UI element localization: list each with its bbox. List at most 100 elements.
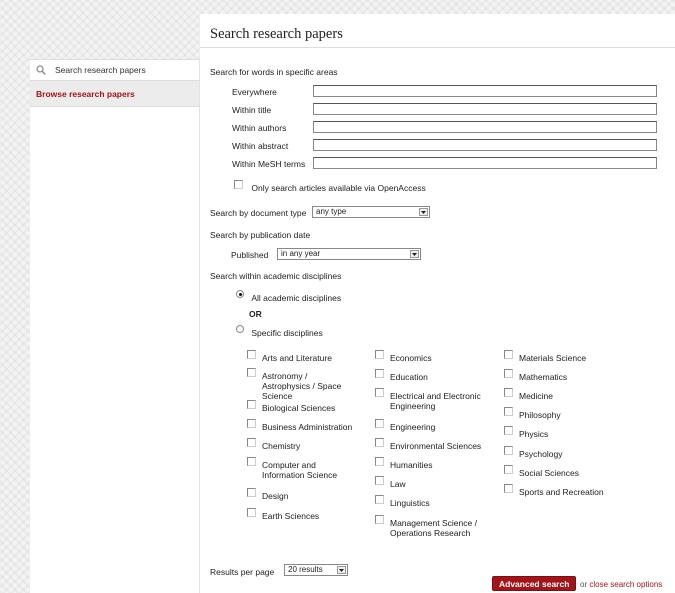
published-select[interactable]: in any year xyxy=(277,248,421,260)
discipline-checkbox[interactable] xyxy=(375,369,384,378)
discipline-checkbox[interactable] xyxy=(247,488,256,497)
discipline-label: Education xyxy=(390,372,428,382)
discipline-checkbox[interactable] xyxy=(247,350,256,359)
discipline-label: Physics xyxy=(519,429,549,439)
discipline-checkbox[interactable] xyxy=(504,369,513,378)
disciplines-heading: Search within academic disciplines xyxy=(210,271,342,281)
discipline-checkbox[interactable] xyxy=(504,446,513,455)
main-panel: Search research papers Search for words … xyxy=(200,14,675,593)
discipline-checkbox[interactable] xyxy=(247,438,256,447)
discipline-checkbox[interactable] xyxy=(247,400,256,409)
chevron-down-icon xyxy=(337,566,346,574)
discipline-label: Social Sciences xyxy=(519,468,580,478)
discipline-item[interactable]: Materials Science xyxy=(504,350,634,363)
authors-field[interactable] xyxy=(313,121,657,133)
discipline-item[interactable]: Computer and Information Science xyxy=(247,457,359,480)
discipline-item[interactable]: Arts and Literature xyxy=(247,350,367,363)
discipline-item[interactable]: Chemistry xyxy=(247,438,367,451)
doctype-label: Search by document type xyxy=(210,208,307,218)
doctype-select[interactable]: any type xyxy=(312,206,430,218)
discipline-checkbox[interactable] xyxy=(375,388,384,397)
chevron-down-icon xyxy=(419,208,428,216)
sidebar-item-browse[interactable]: Browse research papers xyxy=(30,81,199,107)
discipline-item[interactable]: Electrical and Electronic Engineering xyxy=(375,388,485,411)
search-icon xyxy=(36,65,46,75)
discipline-label: Engineering xyxy=(390,422,436,432)
all-disciplines-radio[interactable] xyxy=(236,290,244,298)
sidebar-item-search[interactable]: Search research papers xyxy=(30,59,199,81)
discipline-item[interactable]: Sports and Recreation xyxy=(504,484,634,497)
openaccess-checkbox[interactable] xyxy=(234,180,243,189)
advanced-search-button[interactable]: Advanced search xyxy=(492,576,577,591)
discipline-item[interactable]: Philosophy xyxy=(504,407,634,420)
results-label: Results per page xyxy=(210,567,275,577)
discipline-item[interactable]: Linguistics xyxy=(375,495,495,508)
all-disciplines-label: All academic disciplines xyxy=(251,293,342,303)
discipline-label: Biological Sciences xyxy=(262,403,336,413)
discipline-label: Electrical and Electronic Engineering xyxy=(390,391,481,411)
page-title: Search research papers xyxy=(210,26,343,42)
discipline-item[interactable]: Business Administration xyxy=(247,419,372,432)
discipline-item[interactable]: Social Sciences xyxy=(504,465,634,478)
discipline-checkbox[interactable] xyxy=(504,388,513,397)
discipline-label: Arts and Literature xyxy=(262,353,332,363)
discipline-checkbox[interactable] xyxy=(375,457,384,466)
pubdate-heading: Search by publication date xyxy=(210,230,311,240)
title-field[interactable] xyxy=(313,103,657,115)
discipline-checkbox[interactable] xyxy=(504,465,513,474)
specific-disciplines-option[interactable]: Specific disciplines xyxy=(236,325,323,338)
field-label: Everywhere xyxy=(232,87,277,97)
discipline-checkbox[interactable] xyxy=(504,350,513,359)
chevron-down-icon xyxy=(410,250,419,258)
discipline-checkbox[interactable] xyxy=(375,476,384,485)
discipline-item[interactable]: Management Science / Operations Research xyxy=(375,515,487,538)
results-value: 20 results xyxy=(288,565,323,574)
discipline-checkbox[interactable] xyxy=(247,419,256,428)
everywhere-field[interactable] xyxy=(313,85,657,97)
discipline-checkbox[interactable] xyxy=(504,484,513,493)
all-disciplines-option[interactable]: All academic disciplines xyxy=(236,290,342,303)
discipline-item[interactable]: Earth Sciences xyxy=(247,508,367,521)
discipline-item[interactable]: Psychology xyxy=(504,446,634,459)
discipline-checkbox[interactable] xyxy=(247,368,256,377)
discipline-item[interactable]: Design xyxy=(247,488,367,501)
discipline-item[interactable]: Economics xyxy=(375,350,495,363)
discipline-label: Earth Sciences xyxy=(262,511,320,521)
mesh-terms-field[interactable] xyxy=(313,157,657,169)
close-search-options-link[interactable]: close search options xyxy=(589,580,662,589)
discipline-item[interactable]: Astronomy / Astrophysics / Space Science xyxy=(247,368,355,401)
discipline-label: Business Administration xyxy=(262,422,353,432)
discipline-label: Computer and Information Science xyxy=(262,460,338,480)
discipline-checkbox[interactable] xyxy=(375,515,384,524)
discipline-item[interactable]: Engineering xyxy=(375,419,495,432)
field-label: Within abstract xyxy=(232,141,289,151)
discipline-label: Design xyxy=(262,491,289,501)
discipline-item[interactable]: Humanities xyxy=(375,457,495,470)
discipline-checkbox[interactable] xyxy=(504,426,513,435)
sidebar-item-label: Browse research papers xyxy=(36,88,135,99)
discipline-label: Mathematics xyxy=(519,372,568,382)
results-select[interactable]: 20 results xyxy=(284,564,348,576)
discipline-item[interactable]: Medicine xyxy=(504,388,634,401)
discipline-item[interactable]: Education xyxy=(375,369,495,382)
areas-heading: Search for words in specific areas xyxy=(210,67,338,77)
published-label: Published xyxy=(231,250,269,260)
openaccess-row: Only search articles available via OpenA… xyxy=(234,180,426,193)
discipline-checkbox[interactable] xyxy=(247,508,256,517)
discipline-checkbox[interactable] xyxy=(375,350,384,359)
discipline-checkbox[interactable] xyxy=(375,495,384,504)
discipline-item[interactable]: Physics xyxy=(504,426,634,439)
discipline-label: Law xyxy=(390,479,406,489)
specific-disciplines-radio[interactable] xyxy=(236,325,244,333)
abstract-field[interactable] xyxy=(313,139,657,151)
discipline-checkbox[interactable] xyxy=(375,419,384,428)
discipline-checkbox[interactable] xyxy=(247,457,256,466)
discipline-label: Sports and Recreation xyxy=(519,487,604,497)
discipline-checkbox[interactable] xyxy=(375,438,384,447)
discipline-item[interactable]: Environmental Sciences xyxy=(375,438,500,451)
openaccess-label: Only search articles available via OpenA… xyxy=(251,183,426,193)
discipline-item[interactable]: Biological Sciences xyxy=(247,400,367,413)
discipline-item[interactable]: Law xyxy=(375,476,495,489)
discipline-item[interactable]: Mathematics xyxy=(504,369,634,382)
discipline-checkbox[interactable] xyxy=(504,407,513,416)
